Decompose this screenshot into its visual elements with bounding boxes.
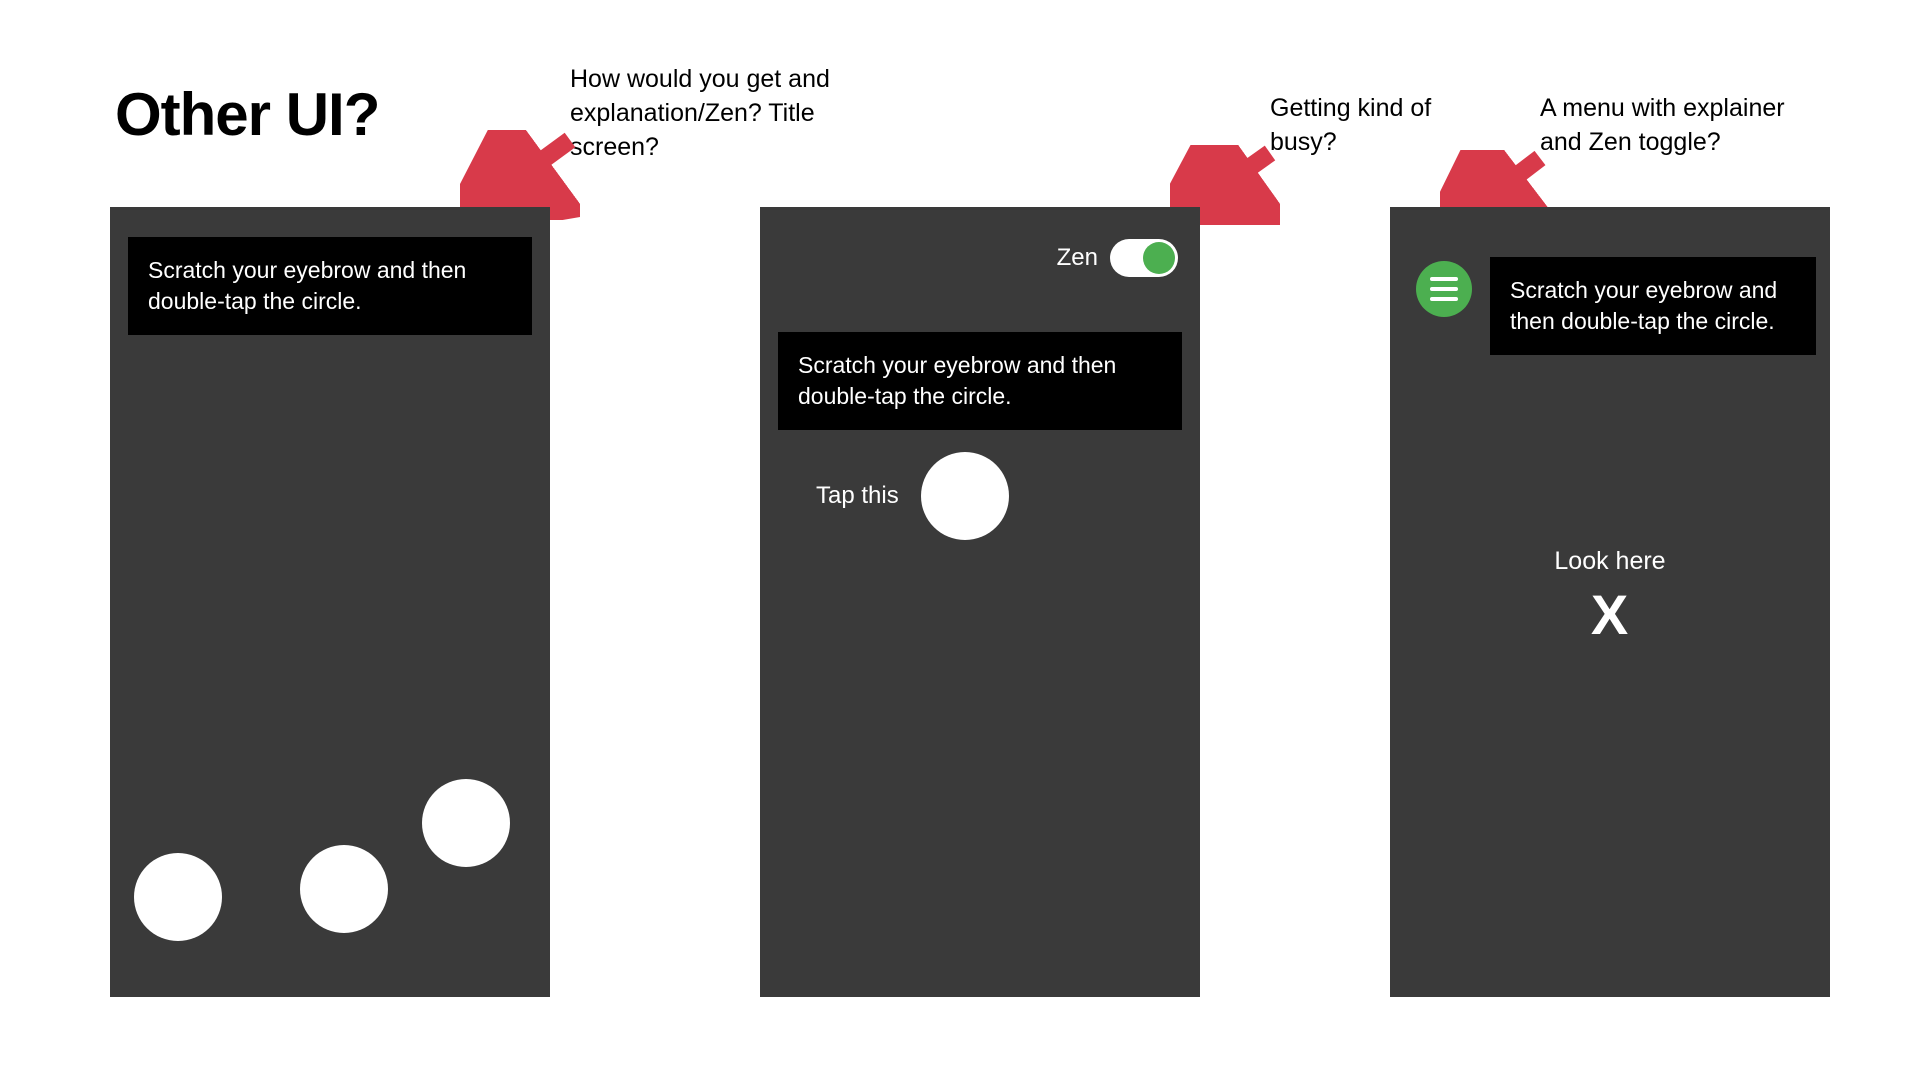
annotation-2: Getting kind of busy? — [1270, 92, 1470, 160]
mock-screen-3: Scratch your eyebrow and then double-tap… — [1390, 207, 1830, 997]
toggle-knob — [1143, 242, 1175, 274]
tap-label: Tap this — [816, 482, 899, 510]
look-label: Look here — [1390, 547, 1830, 576]
look-mark: X — [1390, 582, 1830, 647]
menu-button[interactable] — [1416, 261, 1472, 317]
zen-toggle-row: Zen — [1057, 239, 1178, 277]
mock-screen-2: Zen Scratch your eyebrow and then double… — [760, 207, 1200, 997]
zen-toggle[interactable] — [1110, 239, 1178, 277]
slide-canvas: Other UI? How would you get and explanat… — [0, 0, 1920, 1080]
tap-hint-row: Tap this — [816, 452, 1009, 540]
instruction-text: Scratch your eyebrow and then double-tap… — [778, 332, 1182, 430]
page-title: Other UI? — [115, 80, 379, 149]
hamburger-icon — [1430, 277, 1458, 281]
zen-label: Zen — [1057, 244, 1098, 272]
tap-target-circle[interactable] — [422, 779, 510, 867]
annotation-1: How would you get and explanation/Zen? T… — [570, 63, 890, 164]
mock-screen-1: Scratch your eyebrow and then double-tap… — [110, 207, 550, 997]
hamburger-icon — [1430, 297, 1458, 301]
annotation-3: A menu with explainer and Zen toggle? — [1540, 92, 1820, 160]
instruction-text: Scratch your eyebrow and then double-tap… — [1490, 257, 1816, 355]
instruction-text: Scratch your eyebrow and then double-tap… — [128, 237, 532, 335]
tap-target-circle[interactable] — [921, 452, 1009, 540]
look-target: Look here X — [1390, 547, 1830, 647]
tap-target-circle[interactable] — [300, 845, 388, 933]
tap-target-circle[interactable] — [134, 853, 222, 941]
hamburger-icon — [1430, 287, 1458, 291]
